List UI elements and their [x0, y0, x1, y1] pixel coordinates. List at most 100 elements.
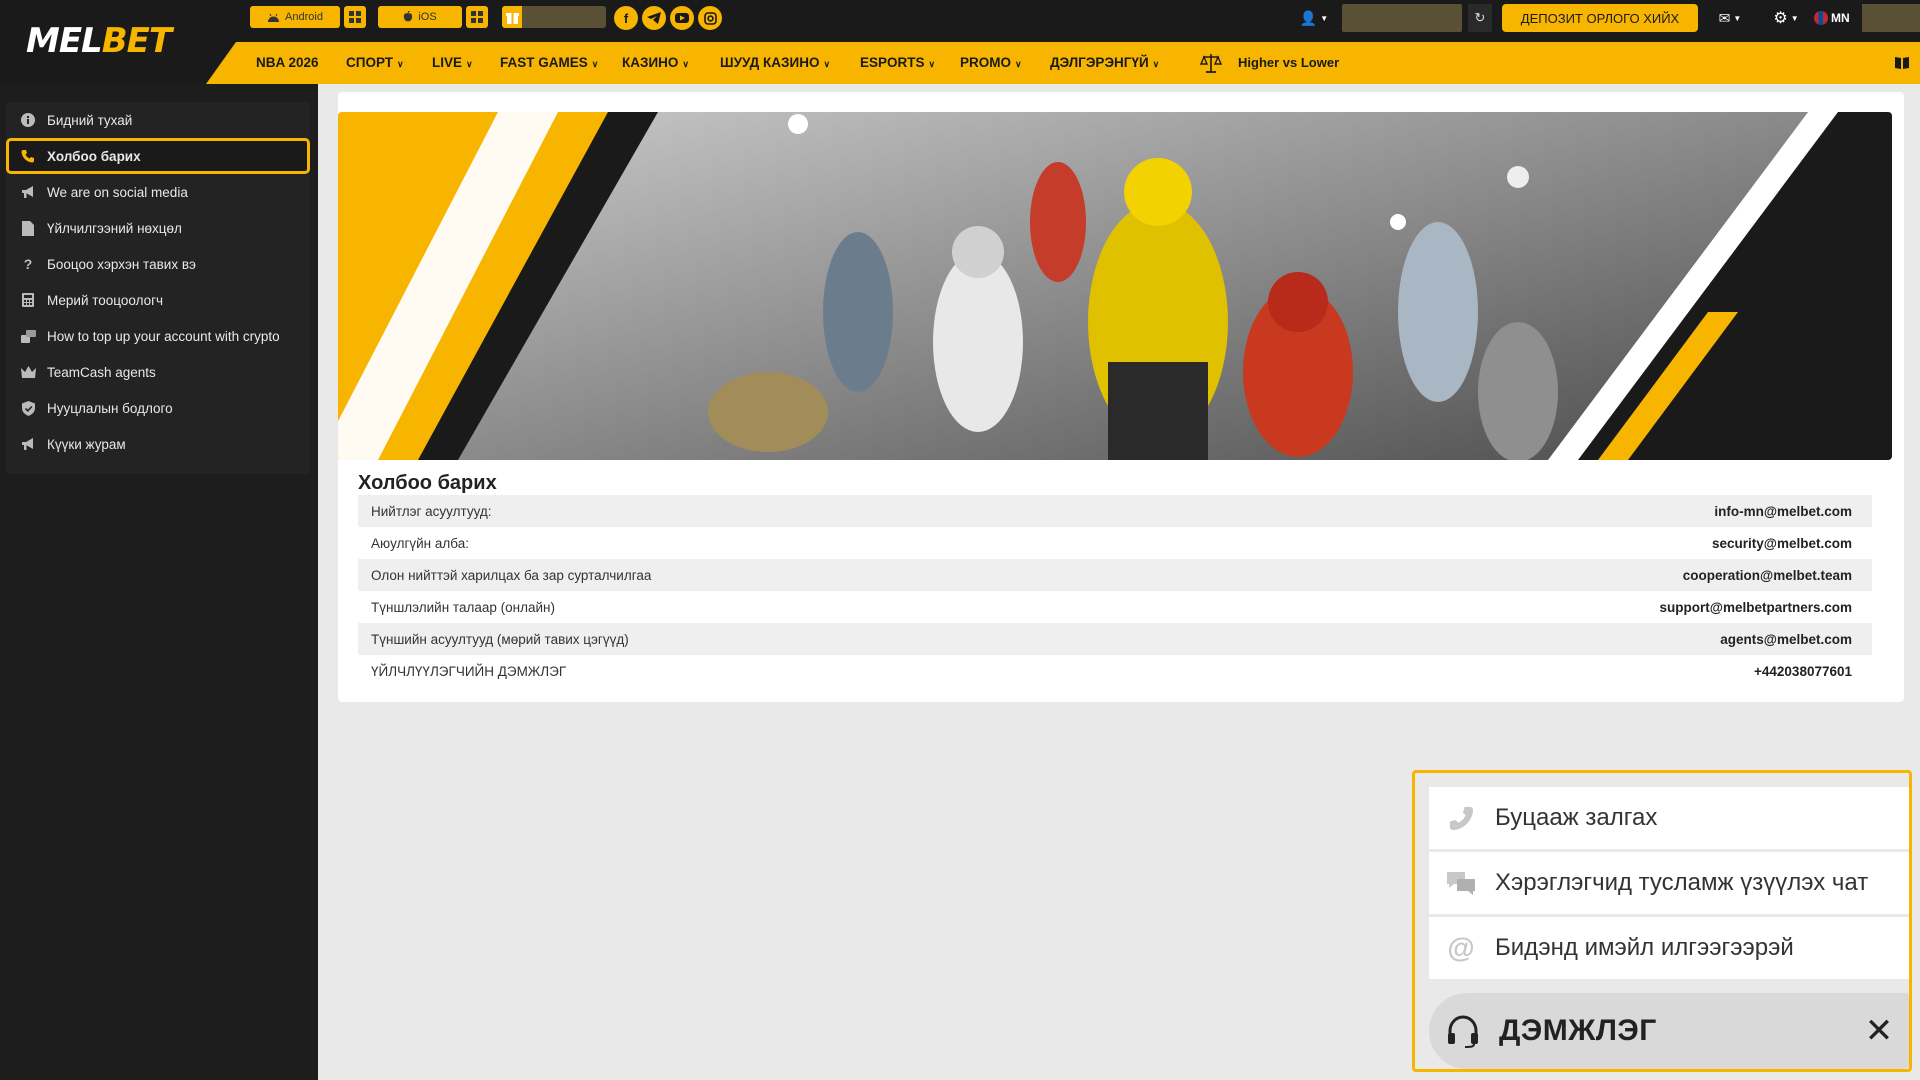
- contact-label: Түншийн асуултууд (мөрий тавих цэгүүд): [371, 631, 629, 647]
- telegram-icon[interactable]: [642, 6, 666, 30]
- live-chat-option[interactable]: Хэрэглэгчид тусламж үзүүлэх чат: [1429, 852, 1909, 914]
- contact-value[interactable]: support@melbetpartners.com: [1660, 600, 1852, 615]
- info-icon: [20, 112, 36, 128]
- sidebar-item-about[interactable]: Бидний тухай: [6, 102, 310, 138]
- at-icon: @: [1447, 932, 1475, 963]
- chevron-down-icon: ∨: [591, 59, 599, 69]
- shield-icon: [20, 400, 36, 416]
- chevron-down-icon: ∨: [1015, 59, 1022, 69]
- contact-label: Аюулгүйн алба:: [371, 535, 469, 551]
- contact-value[interactable]: security@melbet.com: [1712, 536, 1852, 551]
- instagram-icon[interactable]: [698, 6, 722, 30]
- headset-icon: [1448, 1015, 1478, 1048]
- crown-icon: [20, 364, 36, 380]
- ios-app-button[interactable]: iOS: [378, 6, 462, 28]
- refresh-balance-button[interactable]: ↻: [1468, 4, 1492, 32]
- nav-item-more[interactable]: ДЭЛГЭРЭНГҮЙ ∨: [1050, 42, 1159, 84]
- contact-row: Нийтлэг асуултууд: info-mn@melbet.com: [358, 495, 1872, 527]
- sidebar-item-social-media[interactable]: We are on social media: [6, 174, 310, 210]
- sidebar-item-calculator[interactable]: Мерий тооцоологч: [6, 282, 310, 318]
- chevron-down-icon: ∨: [397, 59, 404, 69]
- nav-item-live-casino[interactable]: ШУУД КАЗИНО ∨: [720, 42, 830, 84]
- book-icon[interactable]: [1894, 55, 1910, 71]
- chevron-down-icon: ∨: [682, 59, 689, 69]
- scales-icon: [1200, 54, 1222, 73]
- nav-item-live[interactable]: LIVE ∨: [432, 42, 473, 84]
- mongolia-flag-icon: [1814, 11, 1828, 25]
- chevron-down-icon: ∨: [466, 59, 473, 69]
- banner-graphic: [338, 112, 1892, 460]
- contact-label: Түншлэлийн талаар (онлайн): [371, 599, 555, 615]
- coins-icon: [20, 328, 36, 344]
- nav-item-promo[interactable]: PROMO ∨: [960, 42, 1022, 84]
- chevron-down-icon: ∨: [928, 59, 936, 69]
- page-title: Холбоо барих: [358, 472, 497, 494]
- balance-display[interactable]: [1342, 4, 1462, 32]
- deposit-button[interactable]: ДЕПОЗИТ ОРЛОГО ХИЙХ: [1502, 4, 1698, 32]
- nav-item-sport[interactable]: СПОРТ ∨: [346, 42, 404, 84]
- sidebar-item-how-to-bet[interactable]: ? Бооцоо хэрхэн тавих вэ: [6, 246, 310, 282]
- settings-button[interactable]: ⚙ ▼: [1766, 4, 1806, 32]
- contact-label: Олон нийттэй харилцах ба зар сурталчилга…: [371, 567, 652, 583]
- apple-icon: [404, 11, 413, 22]
- user-icon: 👤: [1299, 9, 1318, 26]
- qr-code-icon: [349, 11, 361, 23]
- ios-qr-button[interactable]: [466, 6, 488, 28]
- sidebar-item-teamcash[interactable]: TeamCash agents: [6, 354, 310, 390]
- main-navigation: NBA 2026 СПОРТ ∨ LIVE ∨ FAST GAMES ∨ КАЗИНО…: [206, 42, 1920, 84]
- close-icon[interactable]: ✕: [1861, 1013, 1897, 1049]
- document-icon: [20, 220, 36, 236]
- contact-value[interactable]: +442038077601: [1754, 664, 1852, 679]
- phone-icon: [20, 148, 36, 164]
- sidebar-item-crypto[interactable]: How to top up your account with crypto: [6, 318, 310, 354]
- facebook-icon[interactable]: f: [614, 6, 638, 30]
- email-option[interactable]: @ Бидэнд имэйл илгээгээрэй: [1429, 917, 1909, 979]
- site-header: MELBET Android iOS f 👤 ▼ ↻ ДЕПОЗИТ ОРЛОГО…: [0, 0, 1920, 84]
- gear-icon: ⚙: [1773, 10, 1788, 27]
- messages-button[interactable]: ✉ ▼: [1708, 4, 1752, 32]
- sidebar: Бидний тухай Холбоо барих We are on soci…: [6, 102, 310, 474]
- contact-row: ҮЙЛЧЛҮҮЛЭГЧИЙН ДЭМЖЛЭГ +442038077601: [358, 655, 1872, 687]
- language-selector[interactable]: MN: [1814, 4, 1858, 32]
- chat-icon: [1445, 867, 1477, 899]
- nav-item-esports[interactable]: ESPORTS ∨: [860, 42, 935, 84]
- callback-option[interactable]: Буцааж залгах: [1429, 787, 1909, 849]
- nav-item-casino[interactable]: КАЗИНО ∨: [622, 42, 689, 84]
- phone-icon: [1445, 802, 1477, 834]
- support-widget: Буцааж залгах Хэрэглэгчид тусламж үзүүлэ…: [1412, 770, 1912, 1072]
- gift-icon: [506, 13, 519, 24]
- support-label: ДЭМЖЛЭГ: [1499, 1014, 1657, 1047]
- contact-label: Нийтлэг асуултууд:: [371, 503, 492, 519]
- youtube-icon[interactable]: [670, 6, 694, 30]
- support-toggle-bar[interactable]: ДЭМЖЛЭГ ✕: [1429, 993, 1909, 1069]
- contact-value[interactable]: agents@melbet.com: [1720, 632, 1852, 647]
- chevron-down-icon: ∨: [1152, 59, 1160, 69]
- refresh-icon: ↻: [1474, 10, 1486, 25]
- nav-item-fast-games[interactable]: FAST GAMES ∨: [500, 42, 598, 84]
- chevron-down-icon: ▼: [1320, 13, 1329, 23]
- chevron-down-icon: ▼: [1790, 13, 1799, 23]
- sidebar-item-privacy[interactable]: Нууцлалын бодлого: [6, 390, 310, 426]
- sidebar-item-contact[interactable]: Холбоо барих: [6, 138, 310, 174]
- contact-label: ҮЙЛЧЛҮҮЛЭГЧИЙН ДЭМЖЛЭГ: [371, 663, 567, 679]
- sidebar-item-cookies[interactable]: Күүки журам: [6, 426, 310, 462]
- nav-item-nba[interactable]: NBA 2026: [256, 42, 319, 84]
- contact-value[interactable]: cooperation@melbet.team: [1683, 568, 1852, 583]
- top-bar: Android iOS f 👤 ▼ ↻ ДЕПОЗИТ ОРЛОГО ХИЙХ ✉…: [0, 0, 1920, 36]
- android-app-button[interactable]: Android: [250, 6, 340, 28]
- sports-banner-image: [338, 112, 1892, 460]
- bonus-gift-button[interactable]: [502, 6, 606, 28]
- android-icon: [268, 13, 280, 22]
- qr-code-icon: [471, 11, 483, 23]
- chevron-down-icon: ▼: [1733, 13, 1742, 23]
- megaphone-icon: [20, 436, 36, 452]
- contact-value[interactable]: info-mn@melbet.com: [1714, 504, 1852, 519]
- sidebar-item-terms[interactable]: Үйлчилгээний нөхцөл: [6, 210, 310, 246]
- calculator-icon: [20, 292, 36, 308]
- contact-row: Түншийн асуултууд (мөрий тавих цэгүүд) a…: [358, 623, 1872, 655]
- account-avatar[interactable]: [1862, 4, 1920, 32]
- android-qr-button[interactable]: [344, 6, 366, 28]
- envelope-icon: ✉: [1718, 9, 1731, 26]
- nav-item-higher-lower[interactable]: Higher vs Lower: [1238, 42, 1339, 84]
- user-menu-button[interactable]: 👤 ▼: [1296, 4, 1332, 32]
